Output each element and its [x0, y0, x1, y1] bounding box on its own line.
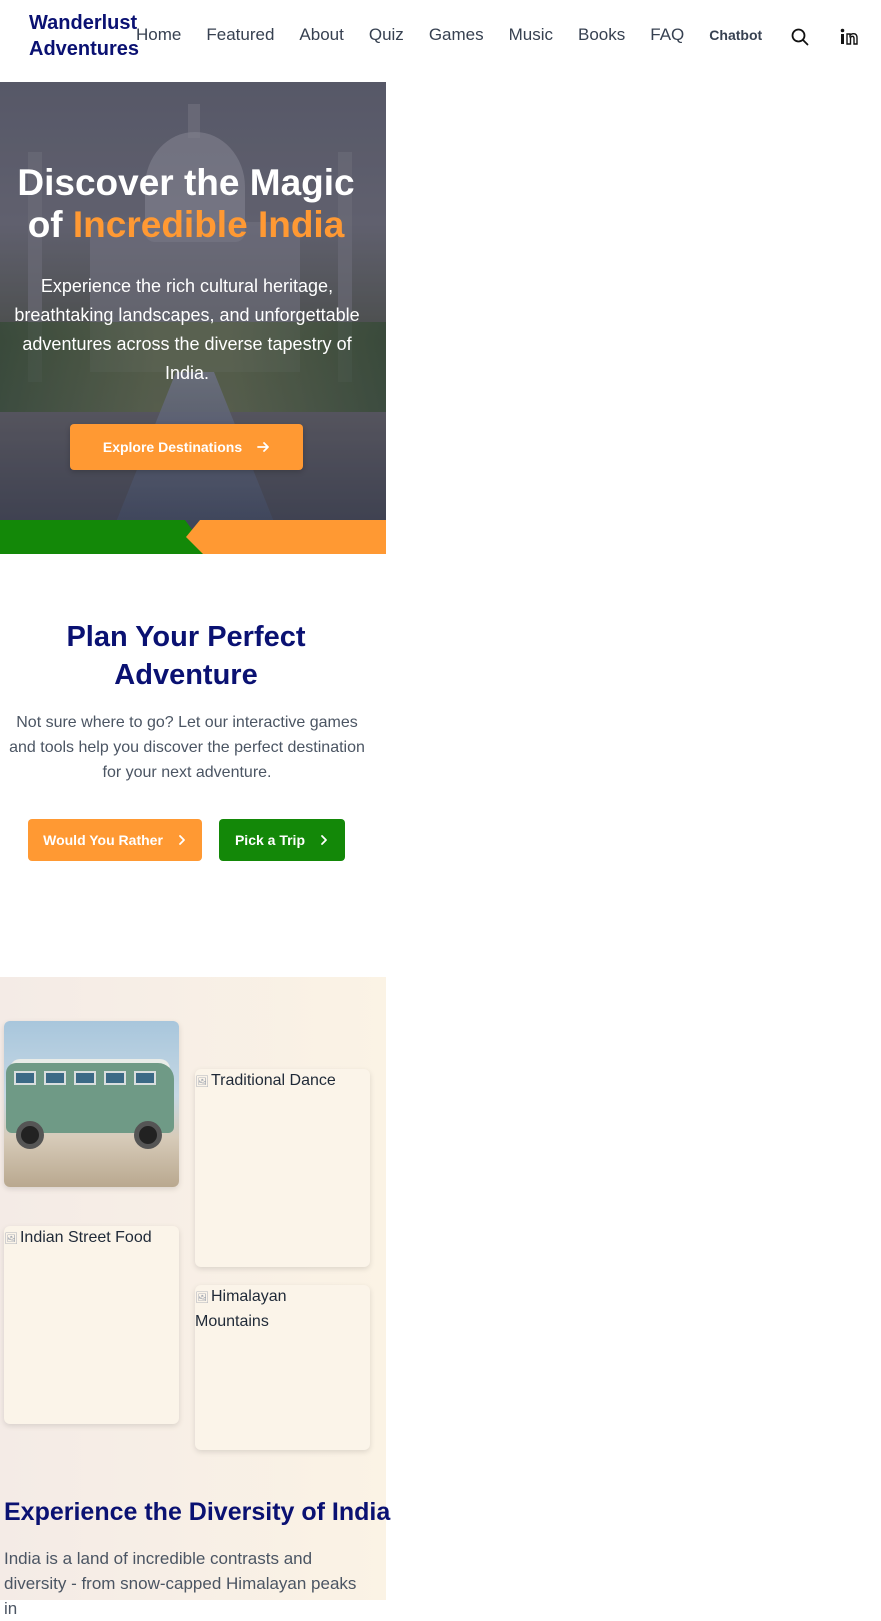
plan-description: Not sure where to go? Let our interactiv…: [9, 714, 365, 781]
gallery-card-dance[interactable]: Traditional Dance: [195, 1069, 370, 1267]
gallery-card-mountains[interactable]: Himalayan Mountains: [195, 1285, 370, 1450]
hero-title-accent: Incredible India: [72, 204, 345, 245]
explore-destinations-label: Explore Destinations: [102, 439, 243, 455]
brand-logo[interactable]: Wanderlust Adventures: [29, 10, 139, 62]
gallery-image-food: Indian Street Food: [4, 1226, 179, 1251]
explore-destinations-button[interactable]: Explore Destinations: [70, 424, 303, 470]
flag-band-green: [0, 520, 210, 554]
top-nav: Wanderlust Adventures Home Featured Abou…: [0, 0, 881, 82]
van-image-window: [44, 1071, 66, 1085]
nav-link-music[interactable]: Music: [509, 25, 553, 45]
nav-link-chatbot[interactable]: Chatbot: [709, 27, 762, 45]
gallery-card-food[interactable]: Indian Street Food: [4, 1226, 179, 1424]
van-image-window: [74, 1071, 96, 1085]
nav-link-about[interactable]: About: [299, 25, 343, 45]
hero-section: Discover the Magic of Incredible India E…: [0, 82, 386, 554]
diversity-description: India is a land of incredible contrasts …: [4, 1549, 357, 1618]
nav-link-quiz[interactable]: Quiz: [369, 25, 404, 45]
nav-link-books[interactable]: Books: [578, 25, 625, 45]
brand-line-1: Wanderlust: [29, 12, 138, 34]
diversity-title: Experience the Diversity of India: [4, 1498, 391, 1526]
nav-link-featured[interactable]: Featured: [206, 25, 274, 45]
gallery-image-dance: Traditional Dance: [195, 1069, 370, 1094]
pick-a-trip-label: Pick a Trip: [234, 832, 306, 848]
plan-title: Plan Your Perfect Adventure: [66, 621, 306, 691]
pick-a-trip-button[interactable]: Pick a Trip: [219, 819, 345, 861]
linkedin-icon[interactable]: [838, 26, 860, 48]
would-you-rather-label: Would You Rather: [43, 832, 163, 848]
van-image-wheel: [16, 1121, 44, 1149]
nav-link-faq[interactable]: FAQ: [650, 25, 684, 45]
van-image-window: [134, 1071, 156, 1085]
hero-title: Discover the Magic of Incredible India: [0, 162, 372, 246]
gallery-card-van[interactable]: [4, 1021, 179, 1187]
brand-line-2: Adventures: [29, 38, 140, 60]
nav-link-home[interactable]: Home: [136, 25, 181, 45]
chevron-right-icon: [321, 835, 327, 845]
van-image-window: [104, 1071, 126, 1085]
diversity-section: Traditional Dance Indian Street Food Him…: [0, 977, 390, 1618]
would-you-rather-button[interactable]: Would You Rather: [28, 819, 202, 861]
search-icon[interactable]: [789, 26, 811, 48]
nav-link-games[interactable]: Games: [429, 25, 484, 45]
gallery-image-mountains: Himalayan Mountains: [195, 1285, 305, 1334]
nav-links: Home Featured About Quiz Games Music Boo…: [136, 25, 787, 45]
van-image-window: [14, 1071, 36, 1085]
flag-band-saffron: [186, 520, 386, 554]
chevron-right-icon: [178, 835, 185, 845]
hero-subtitle: Experience the rich cultural heritage, b…: [14, 276, 360, 383]
van-image-wheel: [134, 1121, 162, 1149]
arrow-right-icon: [257, 442, 270, 452]
